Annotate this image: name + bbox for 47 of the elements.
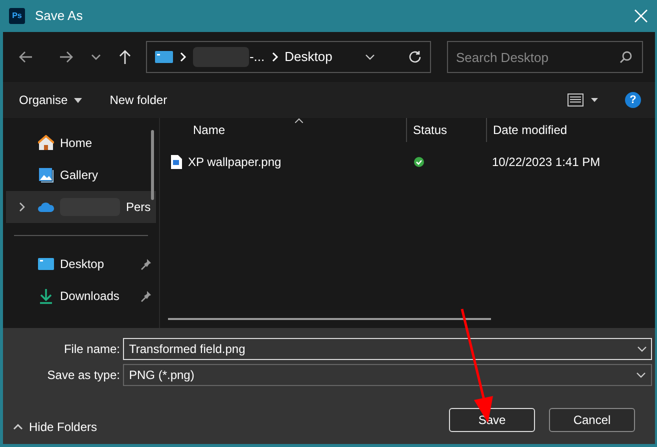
cancel-button[interactable]: Cancel <box>549 408 635 432</box>
help-button[interactable]: ? <box>625 92 641 108</box>
pin-icon <box>140 290 152 302</box>
hide-folders-button[interactable]: Hide Folders <box>13 418 98 436</box>
caret-icon <box>74 98 82 102</box>
horizontal-scrollbar[interactable] <box>168 318 491 320</box>
organise-button[interactable]: Organise <box>19 91 82 109</box>
app-icon: Ps <box>9 8 25 24</box>
file-name[interactable]: XP wallpaper.png <box>188 153 282 171</box>
sidebar-item[interactable]: Gallery <box>6 159 156 191</box>
search-icon <box>618 50 633 64</box>
drive-icon <box>155 50 174 64</box>
column-header[interactable]: Name <box>160 118 406 142</box>
column-header[interactable]: Status <box>406 118 486 142</box>
gallery-icon <box>38 167 54 183</box>
close-icon[interactable] <box>634 9 648 23</box>
chevron-up-icon <box>13 424 23 430</box>
save-button[interactable]: Save <box>449 408 535 432</box>
downloads-icon <box>38 288 54 304</box>
sidebar-item[interactable]: Downloads <box>6 280 156 312</box>
field-label: File name: <box>62 341 121 358</box>
window-title: Save As <box>35 7 83 26</box>
chevron-right-icon <box>179 52 188 62</box>
address-bar[interactable]: -... Desktop <box>146 41 431 73</box>
file-type-dropdown[interactable]: PNG (*.png) <box>123 364 652 386</box>
column-header[interactable]: Date modified <box>486 118 655 142</box>
image-file-icon <box>170 155 182 169</box>
sidebar-item[interactable]: Home <box>6 127 156 159</box>
breadcrumb-segment[interactable]: Desktop <box>284 47 332 67</box>
pin-icon <box>140 258 152 270</box>
desktop-icon <box>38 256 54 272</box>
file-name-field[interactable]: Transformed field.png <box>123 338 652 360</box>
expand-chevron-icon[interactable] <box>18 202 26 212</box>
new-folder-button[interactable]: New folder <box>110 91 168 109</box>
scrollbar-thumb[interactable] <box>151 130 154 200</box>
sidebar-item[interactable]: Pers <box>6 191 156 223</box>
view-options-icon[interactable] <box>567 93 599 107</box>
home-icon <box>38 135 54 151</box>
breadcrumb-segment[interactable]: -... <box>249 47 265 67</box>
sort-ascending-icon <box>295 118 303 123</box>
field-label: Save as type: <box>46 367 121 384</box>
date-modified: 10/22/2023 1:41 PM <box>491 154 602 171</box>
chevron-right-icon <box>270 52 279 62</box>
refresh-icon[interactable] <box>408 50 422 64</box>
sidebar-item[interactable]: Desktop <box>6 248 156 280</box>
redacted-block <box>193 47 250 67</box>
search-field[interactable]: Search Desktop <box>447 41 643 73</box>
